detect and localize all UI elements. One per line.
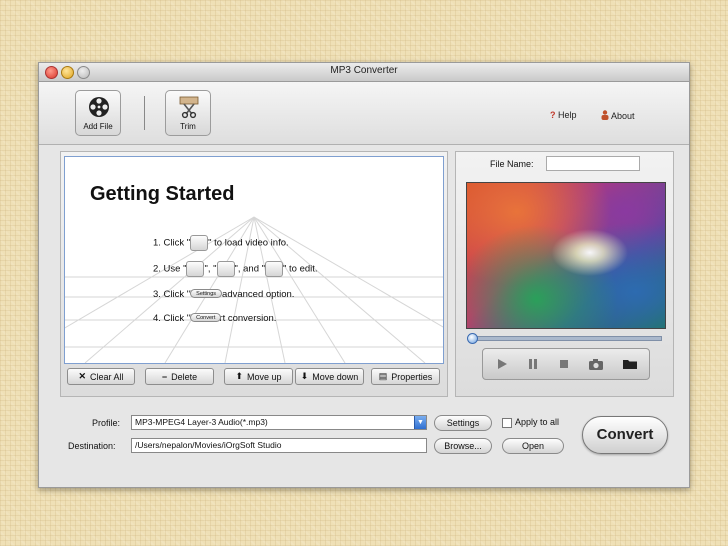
properties-button[interactable]: ▤ Properties	[371, 368, 440, 385]
camera-icon	[589, 359, 603, 370]
add-file-label: Add File	[83, 122, 113, 131]
toolbar: Add File Trim ? Help About	[39, 82, 689, 145]
step-2-prefix: 2. Use "	[153, 263, 187, 275]
step-2: 2. Use " ", " ", and " " to edit.	[153, 261, 318, 277]
move-up-button[interactable]: ⬆ Move up	[224, 368, 293, 385]
trim-label: Trim	[180, 122, 196, 131]
destination-field[interactable]: /Users/nepalon/Movies/iOrgSoft Studio	[131, 438, 427, 453]
about-label: About	[611, 111, 635, 121]
move-down-button[interactable]: ⬇ Move down	[295, 368, 364, 385]
step-2-suffix: " to edit.	[283, 263, 318, 275]
settings-mini-button: Settings	[190, 289, 223, 298]
properties-label: Properties	[391, 371, 433, 382]
arrow-down-icon: ⬇	[300, 371, 309, 381]
clear-all-button[interactable]: ✕ Clear All	[67, 368, 135, 385]
scissors-icon	[179, 96, 199, 119]
step-4-prefix: 4. Click "	[153, 313, 191, 324]
file-name-field[interactable]	[546, 156, 640, 171]
film-reel-icon	[89, 97, 109, 117]
profile-value: MP3-MPEG4 Layer-3 Audio(*.mp3)	[135, 417, 268, 427]
crop-mini-icon	[216, 261, 235, 277]
pause-icon	[529, 359, 537, 369]
file-name-label: File Name:	[490, 159, 534, 169]
browse-button[interactable]: Browse...	[434, 438, 492, 454]
apply-to-all-label: Apply to all	[515, 417, 560, 427]
move-down-label: Move down	[312, 371, 359, 382]
title-bar: MP3 Converter	[39, 63, 689, 82]
playback-controls	[482, 348, 650, 380]
step-1-prefix: 1. Click "	[153, 237, 191, 249]
step-2-sep-1: ", "	[204, 263, 217, 275]
toolbar-separator	[144, 96, 145, 130]
clear-x-icon: ✕	[78, 371, 87, 381]
convert-mini-button: Convert	[190, 313, 222, 322]
move-up-label: Move up	[247, 371, 282, 382]
settings-button[interactable]: Settings	[434, 415, 492, 431]
delete-button[interactable]: − Delete	[145, 368, 214, 385]
profile-select[interactable]: MP3-MPEG4 Layer-3 Audio(*.mp3) ▼	[131, 415, 427, 430]
file-list-panel: Getting Started 1. Click " " to load vide…	[60, 151, 448, 397]
properties-icon: ▤	[378, 371, 388, 381]
clear-all-label: Clear All	[90, 371, 124, 382]
user-icon	[601, 110, 609, 120]
convert-button[interactable]: Convert	[582, 416, 668, 454]
stop-icon	[560, 360, 568, 368]
step-3: 3. Click " Settings " to set advanced opti…	[153, 289, 294, 300]
window-title: MP3 Converter	[330, 65, 398, 76]
progress-slider[interactable]	[467, 333, 662, 344]
destination-label: Destination:	[68, 441, 116, 451]
minus-icon: −	[161, 371, 168, 382]
app-window: MP3 Converter Add File Trim ? Help About…	[38, 62, 690, 488]
open-folder-button[interactable]	[621, 355, 639, 373]
open-button[interactable]: Open	[502, 438, 564, 454]
add-file-button[interactable]: Add File	[75, 90, 121, 136]
help-link[interactable]: ? Help	[550, 110, 577, 120]
dropdown-arrow-icon: ▼	[414, 416, 426, 429]
progress-slider-knob[interactable]	[467, 333, 478, 344]
play-icon	[498, 359, 507, 369]
trim-mini-icon	[186, 261, 205, 277]
output-settings: Profile: MP3-MPEG4 Layer-3 Audio(*.mp3) …	[39, 403, 689, 487]
help-icon: ?	[550, 110, 556, 120]
delete-label: Delete	[171, 371, 198, 382]
about-link[interactable]: About	[601, 110, 635, 121]
file-list-area[interactable]: Getting Started 1. Click " " to load vide…	[64, 156, 444, 364]
step-1-suffix: " to load video info.	[208, 237, 289, 249]
folder-icon	[623, 360, 637, 369]
arrow-up-icon: ⬆	[235, 371, 243, 381]
step-3-prefix: 3. Click "	[153, 289, 191, 300]
destination-value: /Users/nepalon/Movies/iOrgSoft Studio	[135, 440, 282, 450]
stop-button[interactable]	[555, 355, 573, 373]
add-file-mini-icon	[190, 235, 209, 251]
video-preview	[466, 182, 666, 329]
profile-label: Profile:	[92, 418, 121, 428]
effect-mini-icon	[265, 261, 284, 277]
getting-started-heading: Getting Started	[90, 183, 235, 205]
pause-button[interactable]	[524, 355, 542, 373]
apply-to-all-checkbox[interactable]	[502, 418, 512, 428]
help-label: Help	[558, 110, 577, 120]
trim-button[interactable]: Trim	[165, 90, 211, 136]
step-2-sep-2: ", and "	[234, 263, 266, 275]
snapshot-button[interactable]	[587, 355, 605, 373]
player-panel: File Name:	[455, 151, 674, 397]
step-1: 1. Click " " to load video info.	[153, 235, 289, 251]
play-button[interactable]	[493, 355, 511, 373]
step-4: 4. Click " Convert " to start conversion.	[153, 313, 276, 324]
